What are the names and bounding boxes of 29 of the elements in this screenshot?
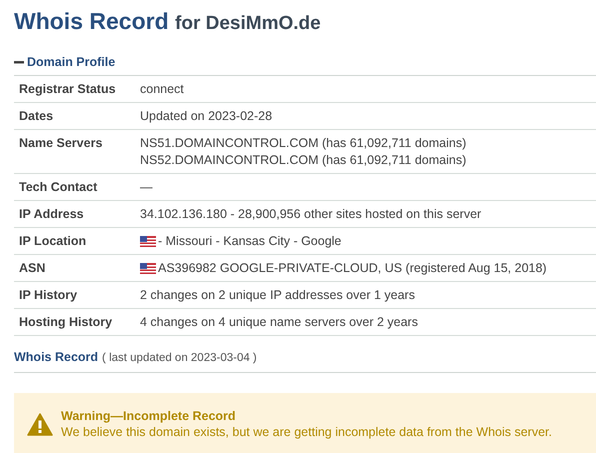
row-value: 2 changes on 2 unique IP addresses over 1 years xyxy=(140,288,415,302)
row-label: Tech Contact xyxy=(19,180,98,194)
row-value: - Missouri - Kansas City - Google xyxy=(158,234,342,248)
row-label: IP History xyxy=(19,288,78,302)
minus-icon[interactable] xyxy=(14,58,24,66)
row-value: NS51.DOMAINCONTROL.COM (has 61,092,711 domains) xyxy=(140,136,466,150)
row-value: 4 changes on 4 unique name servers over 2 years xyxy=(140,315,418,329)
warning-message: We believe this domain exists, but we are getting incomplete data from the Whois server. xyxy=(61,425,552,439)
row-label: Dates xyxy=(19,109,54,123)
last-updated-note: ( last updated on 2023-03-04 ) xyxy=(102,352,257,364)
row-value: NS52.DOMAINCONTROL.COM (has 61,092,711 domains) xyxy=(140,153,466,167)
section-heading[interactable]: Whois Record xyxy=(14,350,98,364)
row-label: IP Address xyxy=(19,207,85,221)
row-label: Registrar Status xyxy=(19,82,117,96)
row-value: connect xyxy=(140,82,184,96)
row-label: Name Servers xyxy=(19,136,104,152)
row-label: Hosting History xyxy=(19,315,114,329)
flag-icon xyxy=(140,236,156,246)
section-heading[interactable]: Domain Profile xyxy=(27,55,116,69)
page-title: Whois Record for DesiMmO.de xyxy=(14,8,322,35)
row-value: Updated on 2023-02-28 xyxy=(140,109,272,123)
flag-icon xyxy=(140,262,156,274)
row-value: — xyxy=(140,180,152,194)
warning-icon xyxy=(27,412,53,436)
warning-title: Warning—Incomplete Record xyxy=(61,409,237,423)
row-label: IP Location xyxy=(19,234,88,248)
row-value: AS396982 GOOGLE-PRIVATE-CLOUD, US (registered Aug 15, 2018) xyxy=(158,261,547,275)
row-label: ASN xyxy=(19,261,46,275)
row-value: 34.102.136.180 - 28,900,956 other sites hosted on this server xyxy=(140,207,482,221)
